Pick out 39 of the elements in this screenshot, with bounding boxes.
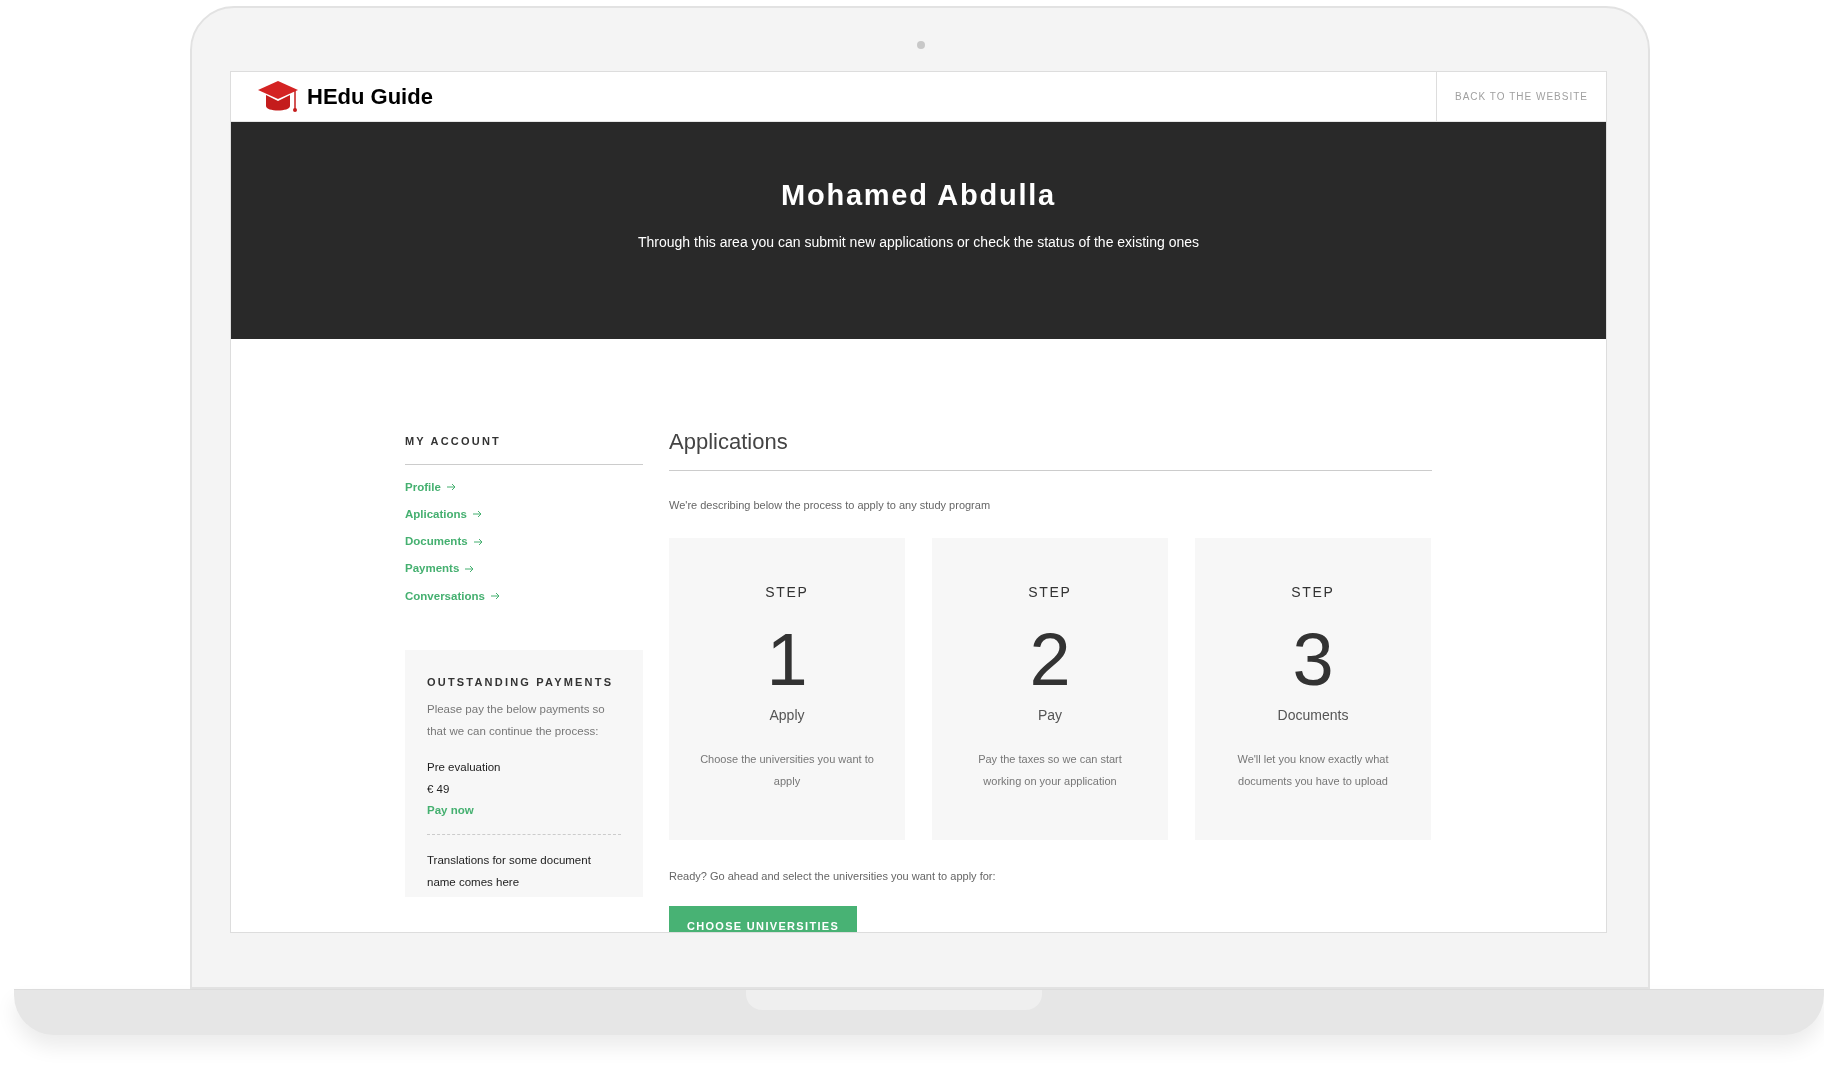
graduation-cap-icon (257, 78, 299, 115)
sidebar-link[interactable]: Payments (405, 560, 475, 578)
step-label: STEP (1291, 582, 1335, 602)
step-number: 2 (1029, 622, 1071, 697)
user-name-title: Mohamed Abdulla (781, 178, 1056, 213)
step-title: Pay (1037, 705, 1063, 725)
camera-icon (917, 41, 925, 49)
arrow-right-icon (473, 537, 483, 546)
arrow-right-icon (473, 510, 482, 519)
step-description: Pay the taxes so we can start working on your application (977, 751, 1123, 789)
step-title: Documents (1277, 705, 1349, 725)
logo-text: HEdu Guide (307, 83, 433, 111)
pay-now-link[interactable]: Pay now (427, 800, 474, 821)
card-intro-text: Please pay the below payments so that we can continue the process: (427, 702, 606, 740)
step-description: Choose the universities you want to apply (699, 751, 875, 789)
arrow-right-icon (490, 592, 500, 601)
hero-subtitle: Through this area you can submit new applications or check the status of the existing ones (637, 232, 1200, 252)
payment-name: Translations for some document name comes here (427, 853, 592, 891)
card-heading: OUTSTANDING PAYMENTS (427, 674, 615, 690)
sidebar-heading: MY ACCOUNT (405, 433, 643, 465)
sidebar-link[interactable]: Profile (405, 478, 456, 496)
ready-text: Ready? Go ahead and select the universities you want to apply for: (669, 868, 997, 884)
step-label: STEP (765, 582, 809, 602)
step-description: We'll let you know exactly what documents you have to upload (1236, 751, 1390, 789)
section-title: Applications (669, 425, 1432, 471)
payment-amount: € 49 (427, 782, 451, 798)
sidebar-link[interactable]: Conversations (405, 587, 500, 605)
sidebar-link[interactable]: Documents (405, 533, 483, 551)
section-intro-text: We're describing below the process to apply to any study program (669, 498, 992, 513)
payment-name: Pre evaluation (427, 760, 502, 776)
arrow-right-icon (446, 483, 456, 492)
back-to-website-link[interactable]: BACK TO THE WEBSITE (1436, 72, 1606, 121)
step-title: Apply (769, 705, 805, 725)
step-number: 3 (1292, 622, 1334, 697)
sidebar-link[interactable]: Aplications (405, 505, 482, 523)
choose-universities-button[interactable]: CHOOSE UNIVERSITIES (669, 906, 857, 932)
step-number: 1 (766, 622, 808, 697)
arrow-right-icon (465, 564, 475, 573)
step-label: STEP (1028, 582, 1072, 602)
